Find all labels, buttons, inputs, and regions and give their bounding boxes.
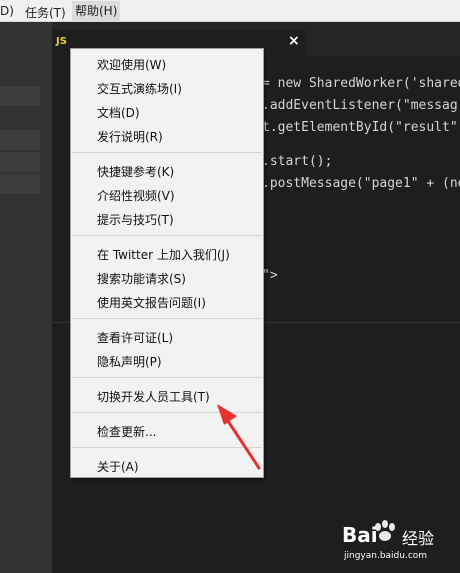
watermark-brand: Bai bbox=[342, 523, 378, 547]
watermark-url: jingyan.baidu.com bbox=[344, 551, 428, 561]
baidu-watermark: Bai 经验 jingyan.baidu.com bbox=[342, 515, 460, 571]
annotation-arrow-icon bbox=[217, 404, 261, 470]
watermark-brand-cn: 经验 bbox=[402, 529, 435, 548]
